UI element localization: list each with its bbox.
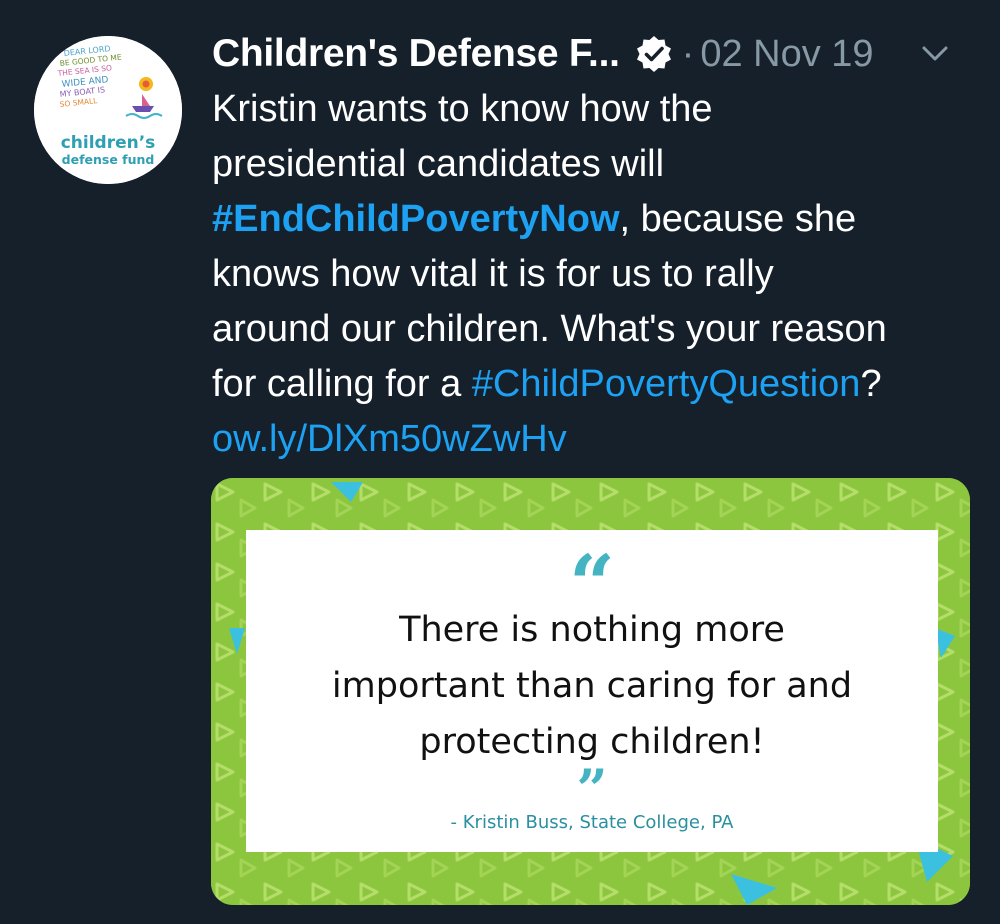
url-link[interactable]: ow.ly/DlXm50wZwHv [212, 412, 982, 467]
author-name[interactable]: Children's Defense F... [212, 32, 620, 76]
quote-attribution: - Kristin Buss, State College, PA [450, 812, 734, 833]
tweet-text-line: #EndChildPovertyNow, because she [212, 192, 982, 247]
hashtag-link[interactable]: #ChildPovertyQuestion [472, 363, 861, 405]
tweet-date[interactable]: 02 Nov 19 [700, 33, 873, 76]
quote-line: There is nothing more [399, 610, 785, 650]
tweet-text-line: presidential candidates will [212, 143, 665, 185]
tweet-text-line: around our children. What's your reason [212, 308, 887, 350]
tweet-text-fragment: , because she [619, 198, 857, 240]
quote-line: important than caring for and [331, 666, 853, 706]
childrens-defense-fund-logo: DEAR LORD BE GOOD TO ME THE SEA IS SO WI… [34, 36, 182, 184]
quote-text: There is nothing more important than car… [246, 602, 938, 770]
close-quote-mark: ” [576, 762, 608, 802]
tweet-text-line: for calling for a #ChildPovertyQuestion? [212, 357, 982, 412]
tweet-media-image[interactable]: “ There is nothing more important than c… [211, 478, 970, 905]
tweet-header: Children's Defense F... · 02 Nov 19 [212, 26, 982, 82]
verified-check-icon [634, 34, 674, 74]
tweet-text-line: knows how vital it is for us to rally [212, 253, 774, 295]
author-avatar[interactable]: DEAR LORD BE GOOD TO ME THE SEA IS SO WI… [34, 36, 182, 184]
tweet-text: Kristin wants to know how the presidenti… [212, 82, 982, 467]
tweet-text-line: Kristin wants to know how the [212, 88, 713, 130]
header-separator: · [681, 32, 695, 75]
hashtag-link[interactable]: #EndChildPovertyNow [212, 198, 620, 240]
chevron-down-icon[interactable] [922, 46, 948, 62]
quote-card: “ There is nothing more important than c… [246, 530, 938, 852]
svg-text:defense fund: defense fund [62, 152, 155, 167]
open-quote-mark: “ [568, 544, 615, 604]
tweet[interactable]: DEAR LORD BE GOOD TO ME THE SEA IS SO WI… [0, 0, 1000, 924]
tweet-text-fragment: ? [860, 363, 882, 405]
tweet-text-fragment: for calling for a [212, 363, 472, 405]
svg-text:children’s: children’s [61, 133, 156, 153]
